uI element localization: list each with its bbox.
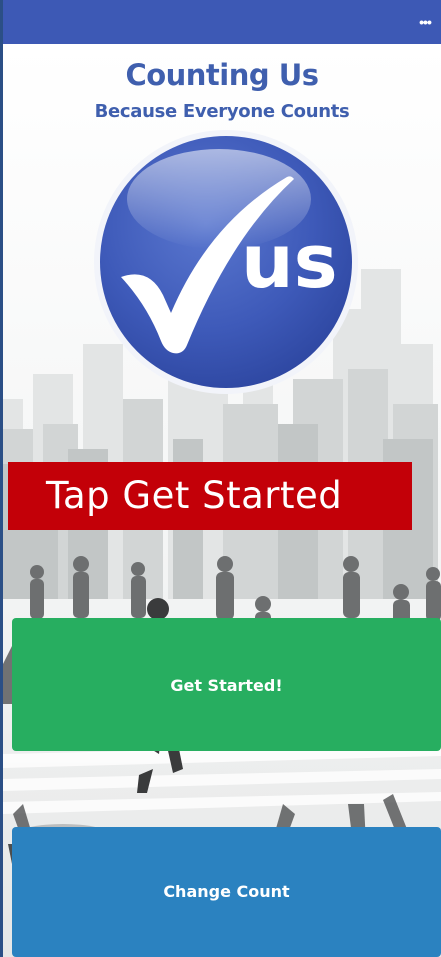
logo-us-text: us	[241, 219, 338, 305]
counting-us-logo: us	[94, 130, 358, 394]
more-options-icon[interactable]: •••	[415, 12, 435, 32]
tap-get-started-banner: Tap Get Started	[8, 462, 412, 530]
app-tagline: Because Everyone Counts	[94, 101, 350, 122]
get-started-button[interactable]: Get Started!	[12, 618, 441, 751]
app-title: Counting Us	[125, 58, 319, 92]
top-app-bar: •••	[3, 0, 441, 45]
app-screen: ••• Counting Us Because Everyone Counts …	[3, 0, 441, 957]
change-count-button[interactable]: Change Count	[12, 827, 441, 957]
